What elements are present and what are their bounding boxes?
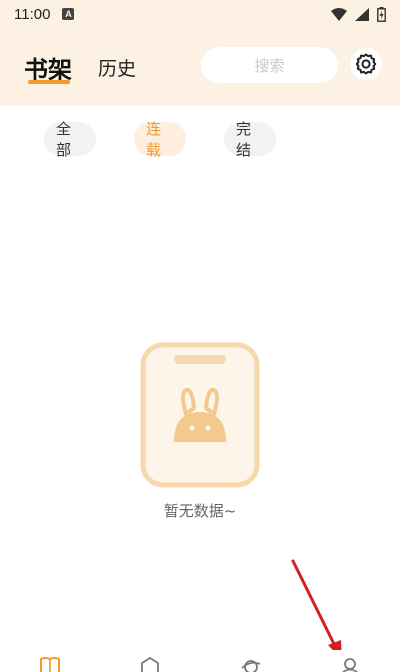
nav-item-bookshelf[interactable] bbox=[39, 656, 61, 672]
search-input[interactable]: 搜索 bbox=[201, 47, 338, 83]
filter-chip-completed[interactable]: 完结 bbox=[224, 120, 276, 159]
bottom-nav bbox=[0, 650, 400, 672]
status-icons bbox=[331, 6, 386, 22]
tab-history[interactable]: 历史 bbox=[98, 54, 136, 81]
notification-a-icon: A bbox=[62, 8, 75, 20]
filter-row: 全部 连载 完结 bbox=[0, 120, 400, 159]
battery-charging-icon bbox=[377, 6, 386, 22]
signal-icon bbox=[355, 7, 369, 21]
status-bar: 11:00 A bbox=[0, 0, 400, 28]
status-time: 11:00 bbox=[14, 5, 51, 23]
user-icon bbox=[341, 658, 359, 672]
wifi-icon bbox=[331, 7, 347, 21]
home-icon bbox=[141, 657, 159, 672]
filter-chip-serializing[interactable]: 连载 bbox=[134, 120, 186, 159]
book-icon bbox=[40, 657, 60, 672]
empty-state-illustration bbox=[140, 342, 260, 488]
nav-item-home[interactable] bbox=[139, 656, 161, 672]
active-tab-indicator bbox=[28, 80, 70, 84]
planet-icon bbox=[241, 660, 261, 672]
filter-chip-all[interactable]: 全部 bbox=[44, 120, 96, 159]
nav-item-profile[interactable] bbox=[339, 656, 361, 672]
settings-button[interactable] bbox=[350, 48, 382, 80]
gear-icon bbox=[355, 53, 377, 75]
nav-item-discover[interactable] bbox=[240, 656, 262, 672]
search-placeholder: 搜索 bbox=[254, 56, 285, 75]
header: 书架 历史 搜索 bbox=[0, 28, 400, 106]
empty-state-message: 暂无数据~ bbox=[163, 502, 237, 520]
